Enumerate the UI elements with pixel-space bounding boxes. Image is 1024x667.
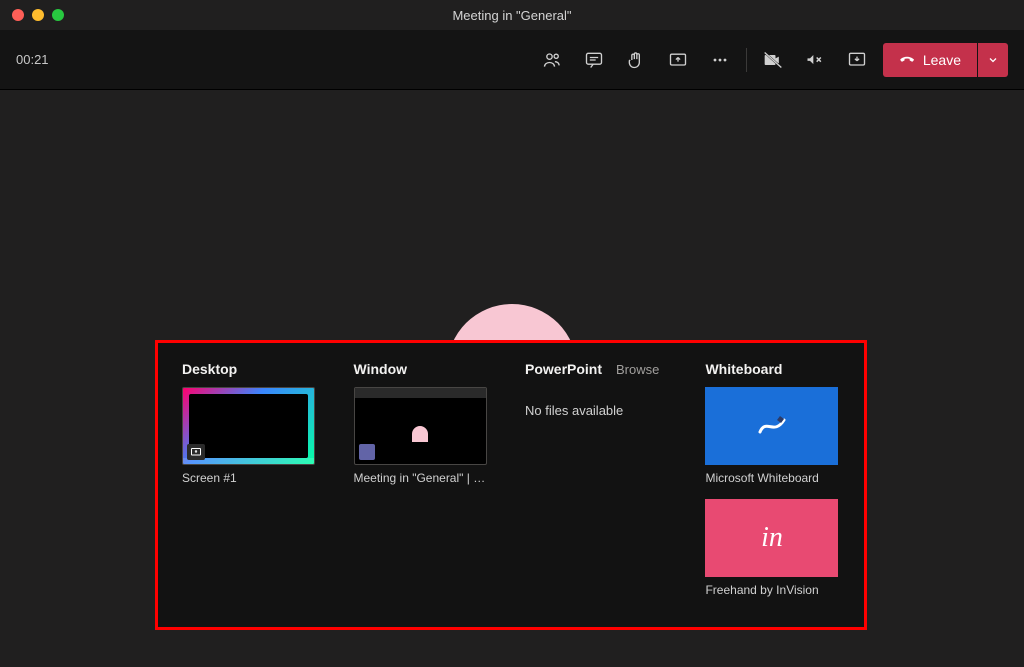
powerpoint-browse[interactable]: Browse	[616, 362, 659, 377]
whiteboard-ms[interactable]: Microsoft Whiteboard	[705, 387, 840, 485]
toolbar-divider	[746, 48, 747, 72]
meeting-toolbar: 00:21 Leave	[0, 30, 1024, 90]
meeting-stage: Desktop Screen #1 Window	[0, 90, 1024, 667]
leave-button[interactable]: Leave	[883, 43, 977, 77]
chat-icon[interactable]	[582, 48, 606, 72]
window-thumb-label: Meeting in "General" | M…	[354, 471, 487, 485]
raise-hand-icon[interactable]	[624, 48, 648, 72]
toolbar-media	[761, 48, 869, 72]
leave-group: Leave	[883, 43, 1008, 77]
ms-whiteboard-tile	[705, 387, 838, 465]
invision-tile: in	[705, 499, 838, 577]
minimize-window[interactable]	[32, 9, 44, 21]
window-title: Meeting in "General"	[452, 8, 571, 23]
desktop-thumb-label: Screen #1	[182, 471, 315, 485]
call-timer: 00:21	[16, 52, 49, 67]
window-thumb-teams[interactable]: Meeting in "General" | M…	[354, 387, 498, 485]
mic-muted-icon[interactable]	[803, 48, 827, 72]
share-badge-icon	[187, 444, 205, 460]
share-col-powerpoint: PowerPoint Browse No files available	[525, 361, 677, 615]
powerpoint-header: PowerPoint	[525, 361, 602, 377]
window-thumb	[354, 387, 487, 465]
close-window[interactable]	[12, 9, 24, 21]
whiteboard-header: Whiteboard	[705, 361, 840, 377]
desktop-header: Desktop	[182, 361, 326, 377]
teams-app-icon	[359, 444, 375, 460]
participants-icon[interactable]	[540, 48, 564, 72]
toolbar-actions	[540, 48, 732, 72]
share-col-whiteboard: Whiteboard Microsoft Whiteboard in	[705, 361, 840, 615]
invision-logo-icon: in	[761, 524, 783, 552]
share-col-window: Window Meeting in "General" | M…	[354, 361, 498, 615]
camera-off-icon[interactable]	[761, 48, 785, 72]
chevron-down-icon	[987, 54, 999, 66]
invision-label: Freehand by InVision	[705, 583, 838, 597]
desktop-thumb	[182, 387, 315, 465]
whiteboard-invision[interactable]: in Freehand by InVision	[705, 499, 840, 597]
ms-whiteboard-label: Microsoft Whiteboard	[705, 471, 838, 485]
share-screen-icon[interactable]	[666, 48, 690, 72]
leave-options-button[interactable]	[978, 43, 1008, 77]
window-controls	[0, 9, 64, 21]
share-col-desktop: Desktop Screen #1	[182, 361, 326, 615]
more-actions-icon[interactable]	[708, 48, 732, 72]
desktop-thumb-screen1[interactable]: Screen #1	[182, 387, 326, 485]
download-icon[interactable]	[845, 48, 869, 72]
powerpoint-empty: No files available	[525, 387, 677, 418]
window-header: Window	[354, 361, 498, 377]
leave-label: Leave	[923, 52, 961, 68]
whiteboard-icon	[756, 410, 788, 442]
share-tray: Desktop Screen #1 Window	[155, 340, 867, 630]
title-bar: Meeting in "General"	[0, 0, 1024, 30]
hangup-icon	[899, 52, 915, 68]
zoom-window[interactable]	[52, 9, 64, 21]
